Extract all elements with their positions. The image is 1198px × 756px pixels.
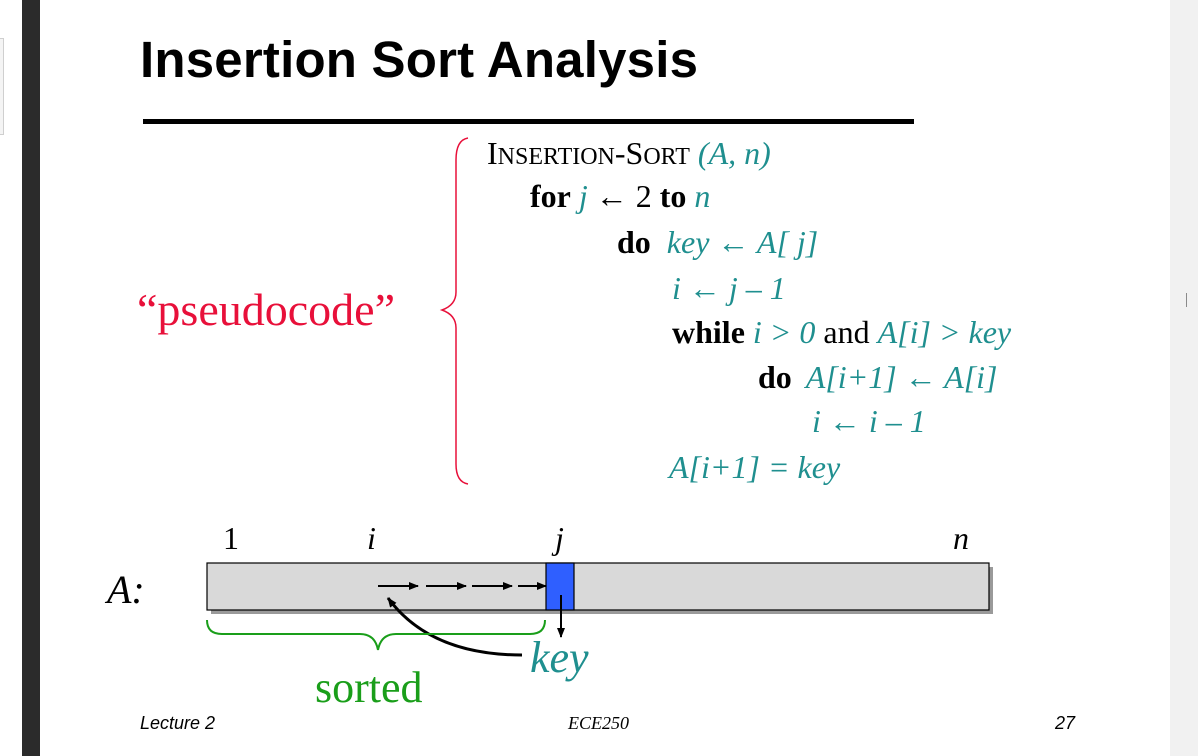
array-box: [206, 562, 990, 611]
pseudocode-brace: [439, 137, 469, 485]
slide-graphics: [206, 137, 993, 657]
sorted-brace: [206, 619, 546, 651]
